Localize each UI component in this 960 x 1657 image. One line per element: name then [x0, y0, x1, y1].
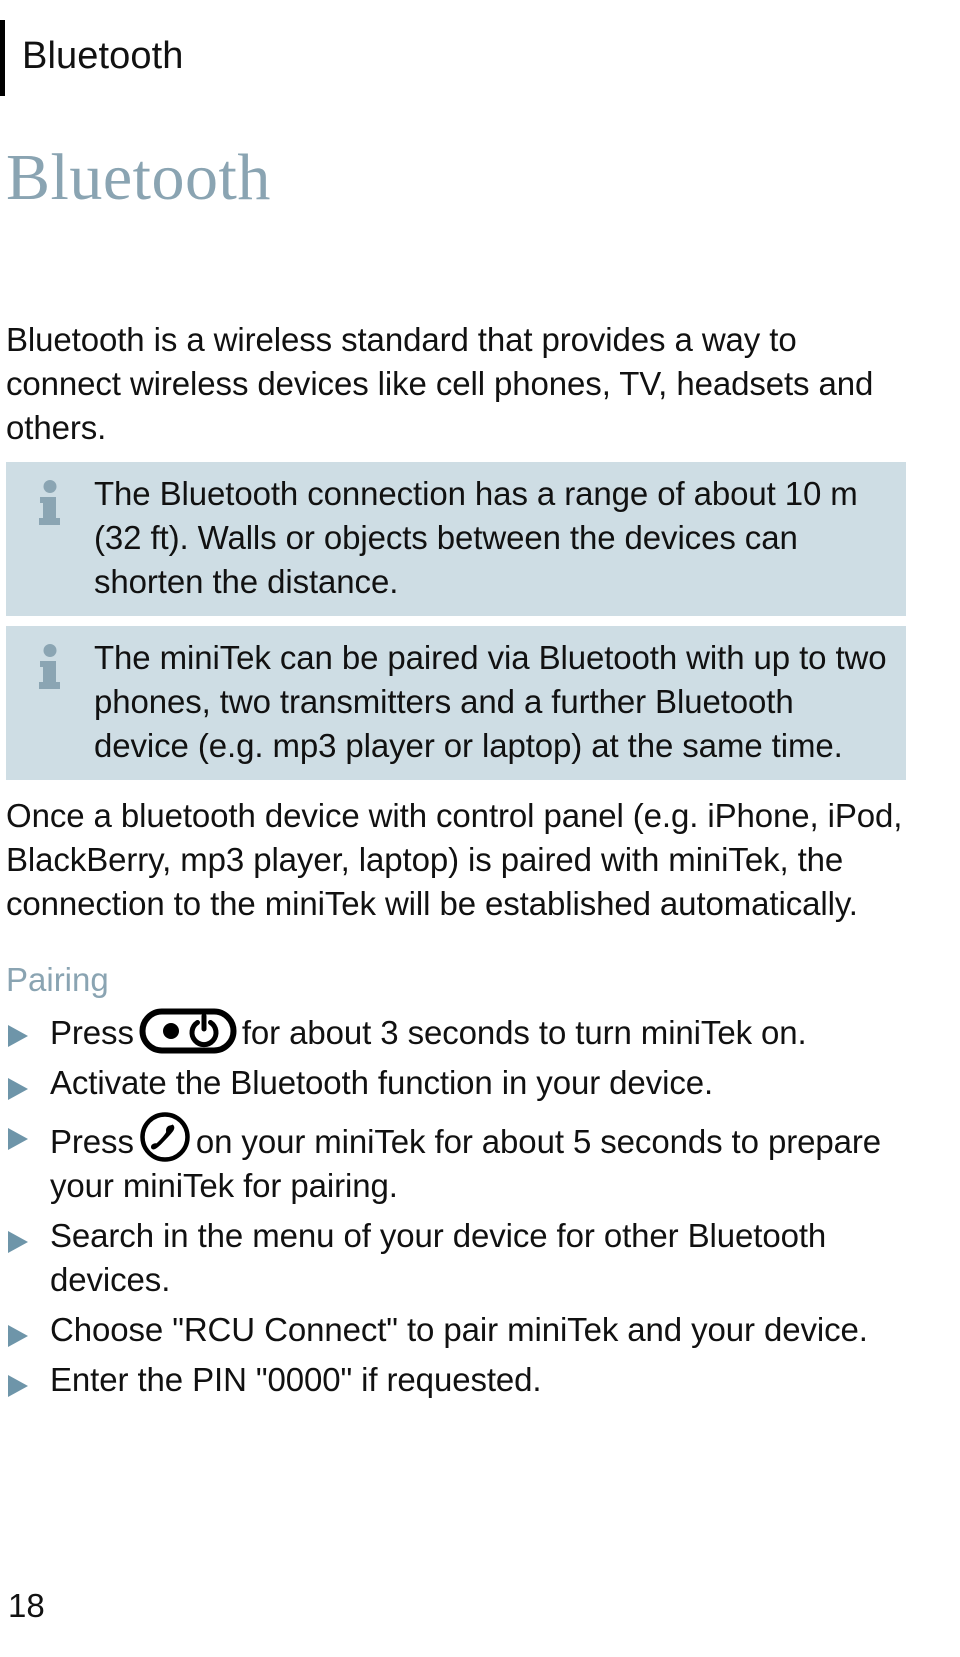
running-header: Bluetooth: [0, 20, 183, 96]
pairing-step-list: Press for about 3 seconds to turn miniTek…: [6, 1008, 906, 1402]
step-text-after: for about 3 seconds to turn miniTek on.: [241, 1014, 807, 1051]
page-number: 18: [8, 1587, 45, 1624]
body-paragraph: Once a bluetooth device with control pan…: [6, 797, 903, 922]
note-text: The Bluetooth connection has a range of …: [94, 475, 858, 600]
list-item: Choose "RCU Connect" to pair miniTek and…: [6, 1308, 906, 1352]
phone-handset-icon: [139, 1111, 191, 1163]
note-box: The Bluetooth connection has a range of …: [6, 462, 906, 616]
page-content: Bluetooth is a wireless standard that pr…: [6, 318, 906, 1408]
step-text: Press on your miniTek for about 5 seconds…: [50, 1111, 906, 1208]
list-item: Search in the menu of your device for ot…: [6, 1214, 906, 1302]
triangle-bullet-icon: [6, 1358, 34, 1399]
running-header-title: Bluetooth: [22, 35, 184, 77]
list-item: Enter the PIN "0000" if requested.: [6, 1358, 906, 1402]
info-icon: [28, 472, 72, 526]
header-rule-divider: [0, 20, 5, 96]
triangle-bullet-icon: [6, 1308, 34, 1349]
triangle-bullet-icon: [6, 1061, 34, 1102]
document-page: Bluetooth Bluetooth Bluetooth is a wirel…: [0, 0, 960, 1657]
step-text: Activate the Bluetooth function in your …: [50, 1064, 714, 1101]
power-button-icon: [139, 1008, 237, 1054]
step-text: Press for about 3 seconds to turn miniTek…: [50, 1008, 906, 1055]
list-item: Activate the Bluetooth function in your …: [6, 1061, 906, 1105]
step-text-before: Press: [50, 1014, 134, 1051]
section-heading-pairing: Pairing: [6, 961, 109, 998]
info-icon: [28, 636, 72, 690]
triangle-bullet-icon: [6, 1214, 34, 1255]
chapter-title: Bluetooth: [6, 141, 271, 214]
step-text-before: Press: [50, 1123, 134, 1160]
step-text: Search in the menu of your device for ot…: [50, 1217, 827, 1298]
list-item: Press on your miniTek for about 5 seconds…: [6, 1111, 906, 1208]
intro-paragraph: Bluetooth is a wireless standard that pr…: [6, 321, 874, 446]
step-text: Enter the PIN "0000" if requested.: [50, 1361, 542, 1398]
note-text: The miniTek can be paired via Bluetooth …: [94, 639, 887, 764]
triangle-bullet-icon: [6, 1008, 34, 1049]
triangle-bullet-icon: [6, 1111, 34, 1152]
step-text: Choose "RCU Connect" to pair miniTek and…: [50, 1311, 868, 1348]
note-box: The miniTek can be paired via Bluetooth …: [6, 626, 906, 780]
list-item: Press for about 3 seconds to turn miniTek…: [6, 1008, 906, 1055]
